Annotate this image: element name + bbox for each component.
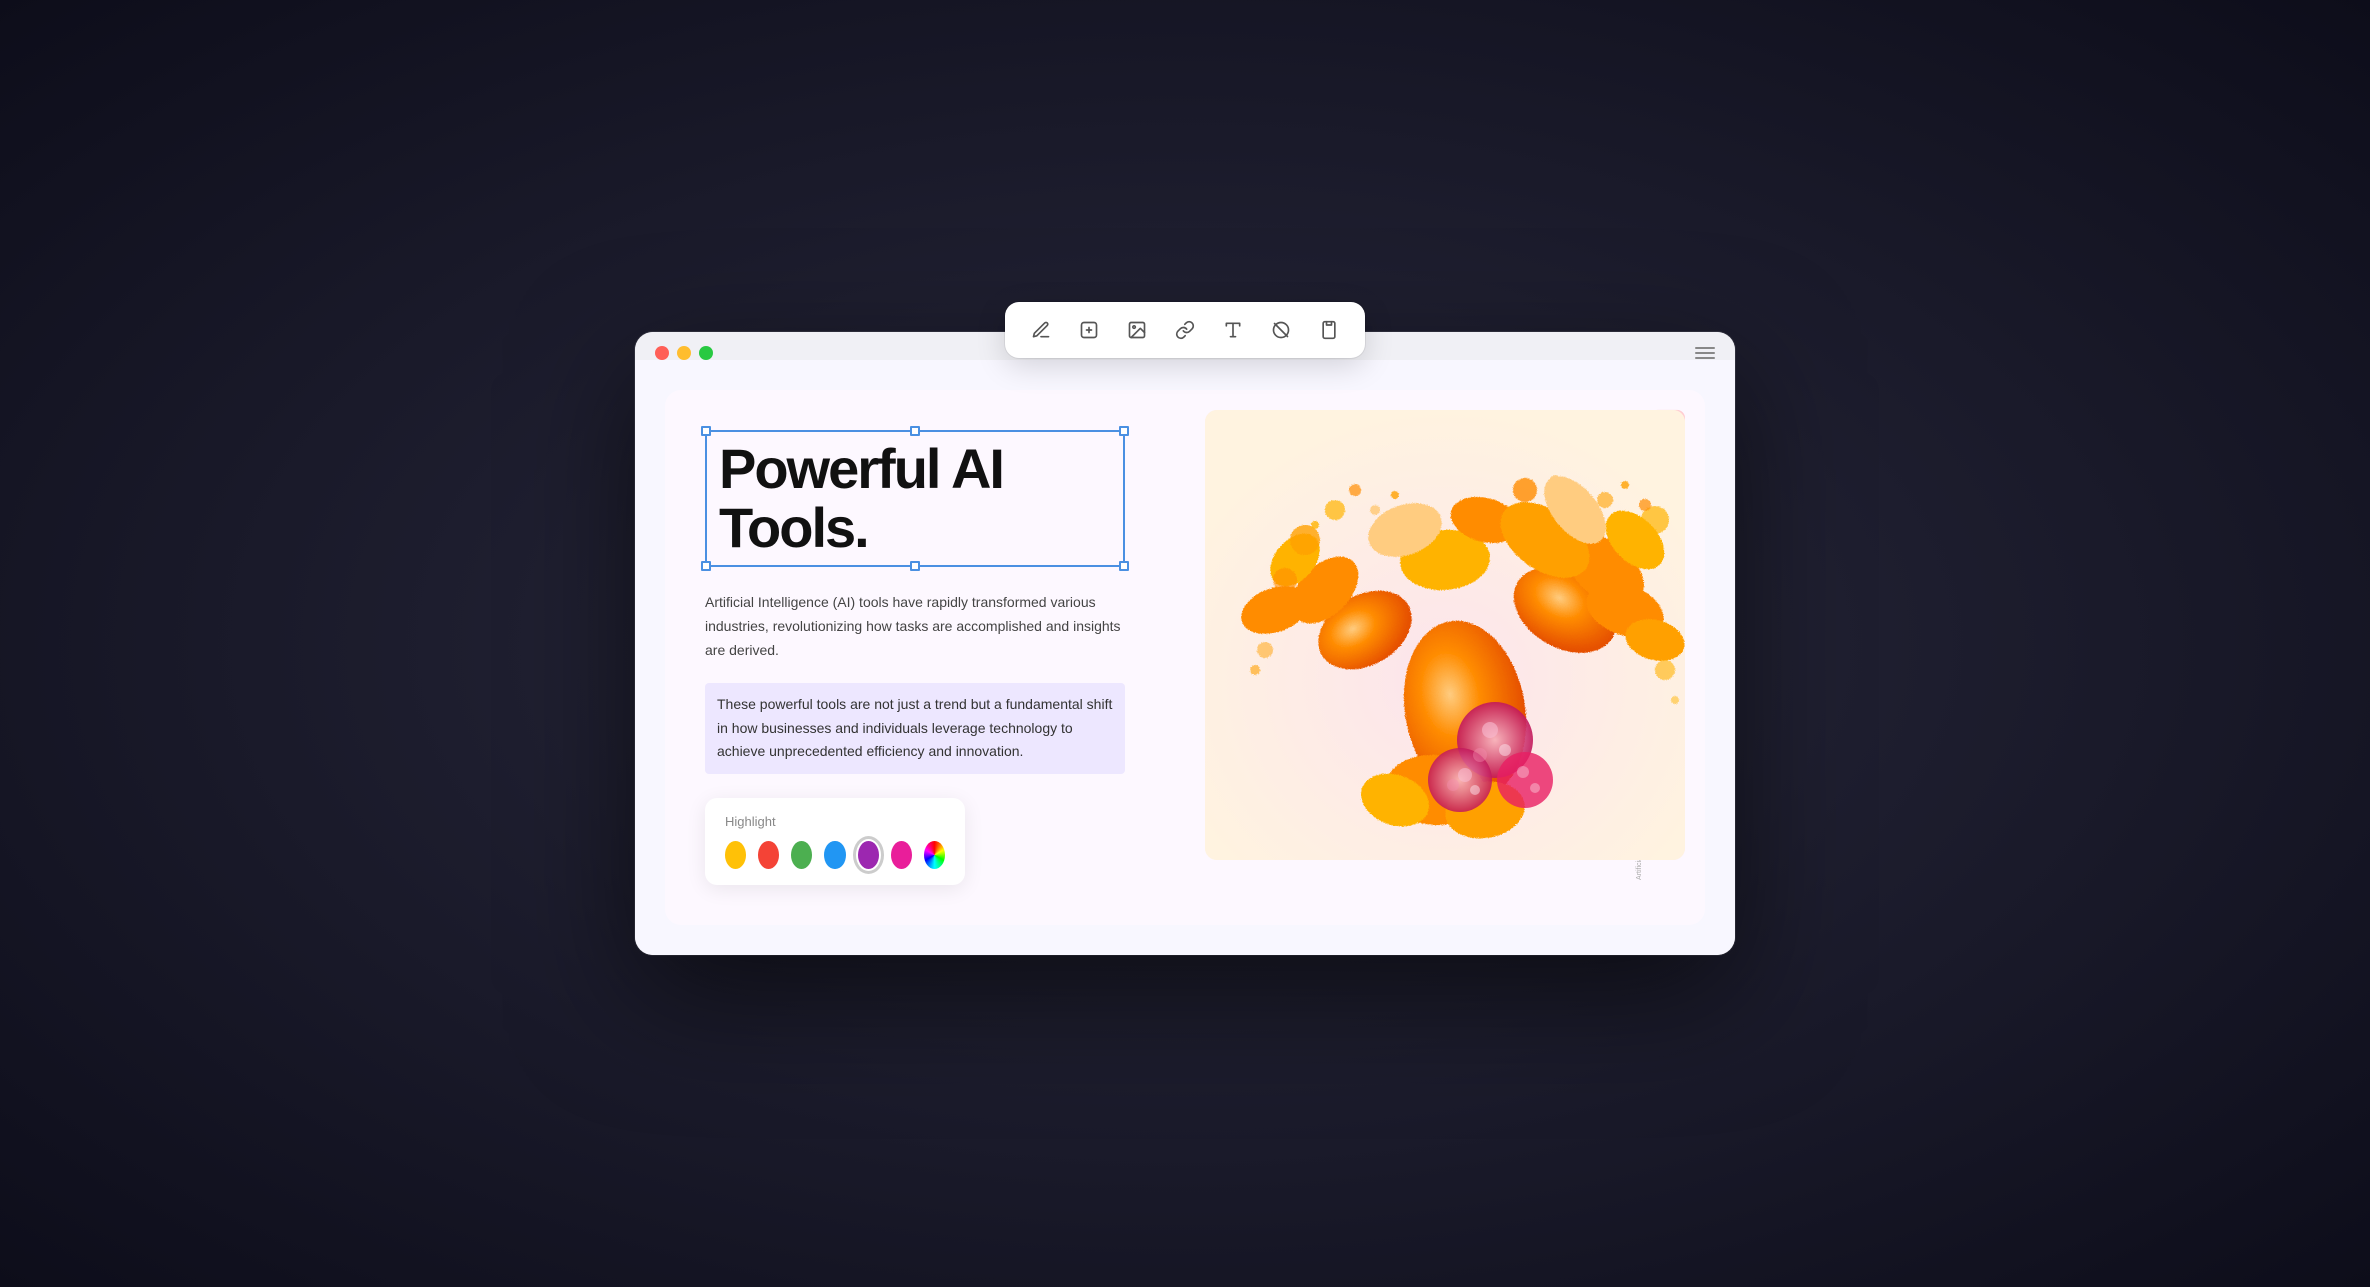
browser-menu-button[interactable] [1695, 347, 1715, 359]
handle-top-left[interactable] [701, 426, 711, 436]
font-tool-button[interactable] [1215, 312, 1251, 348]
browser-content: 2024 Artificial Intelligence (AI) tools … [635, 360, 1735, 955]
minimize-button[interactable] [677, 346, 691, 360]
handle-top-right[interactable] [1119, 426, 1129, 436]
ai-coral-image [1205, 410, 1685, 860]
floating-toolbar [1005, 302, 1365, 358]
browser-window: 2024 Artificial Intelligence (AI) tools … [635, 332, 1735, 955]
highlighted-paragraph: These powerful tools are not just a tren… [705, 683, 1125, 774]
mask-tool-button[interactable] [1263, 312, 1299, 348]
page-title: Powerful AI Tools. [719, 440, 1111, 558]
pen-tool-button[interactable] [1023, 312, 1059, 348]
clipboard-tool-button[interactable] [1311, 312, 1347, 348]
highlight-picker: Highlight [705, 798, 965, 885]
image-tool-button[interactable] [1119, 312, 1155, 348]
highlight-label: Highlight [725, 814, 945, 829]
swatch-pink[interactable] [891, 841, 912, 869]
swatch-yellow[interactable] [725, 841, 746, 869]
handle-bottom-right[interactable] [1119, 561, 1129, 571]
link-tool-button[interactable] [1167, 312, 1203, 348]
coral-svg [1205, 410, 1685, 860]
handle-top-center[interactable] [910, 426, 920, 436]
text-tool-button[interactable] [1071, 312, 1107, 348]
title-container: Powerful AI Tools. [705, 430, 1125, 568]
right-content [1155, 430, 1665, 885]
description-text: Artificial Intelligence (AI) tools have … [705, 591, 1125, 662]
traffic-lights [655, 346, 713, 360]
swatch-gradient[interactable] [924, 841, 945, 869]
close-button[interactable] [655, 346, 669, 360]
swatch-red[interactable] [758, 841, 779, 869]
title-selection-box[interactable]: Powerful AI Tools. [705, 430, 1125, 568]
handle-bottom-center[interactable] [910, 561, 920, 571]
canvas-area: 2024 Artificial Intelligence (AI) tools … [665, 390, 1705, 925]
left-content: Powerful AI Tools. Artificial Intelligen… [705, 430, 1125, 885]
maximize-button[interactable] [699, 346, 713, 360]
swatch-green[interactable] [791, 841, 812, 869]
color-swatches [725, 841, 945, 869]
swatch-blue[interactable] [824, 841, 845, 869]
handle-bottom-left[interactable] [701, 561, 711, 571]
content-layout: Powerful AI Tools. Artificial Intelligen… [705, 430, 1665, 885]
swatch-purple[interactable] [858, 841, 879, 869]
